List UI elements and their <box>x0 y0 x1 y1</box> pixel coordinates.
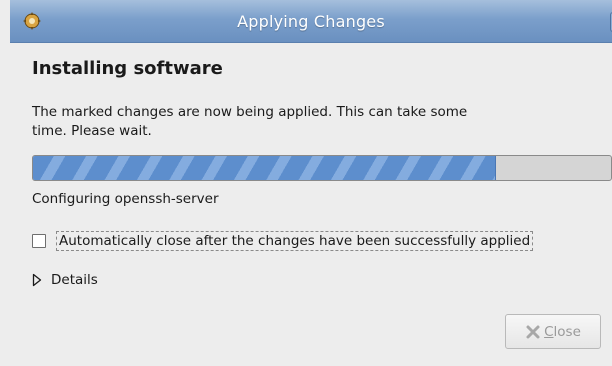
auto-close-label[interactable]: Automatically close after the changes ha… <box>56 231 534 251</box>
dialog-body: Installing software The marked changes a… <box>10 43 612 366</box>
close-x-icon <box>526 325 540 338</box>
applying-changes-dialog: Applying Changes Installing software The… <box>0 0 612 366</box>
progress-bar <box>32 155 612 181</box>
dialog-description: The marked changes are now being applied… <box>32 104 468 139</box>
title-bar[interactable]: Applying Changes <box>10 0 612 43</box>
auto-close-option[interactable]: Automatically close after the changes ha… <box>32 231 534 251</box>
details-label[interactable]: Details <box>51 272 98 288</box>
progress-status: Configuring openssh-server <box>32 191 219 207</box>
progress-bar-fill <box>33 156 497 180</box>
expander-arrow-icon[interactable] <box>32 273 42 287</box>
window-title: Applying Changes <box>237 12 385 31</box>
close-button[interactable]: Close <box>505 314 601 349</box>
auto-close-checkbox[interactable] <box>32 234 46 248</box>
details-expander[interactable]: Details <box>32 272 98 288</box>
dialog-heading: Installing software <box>32 58 223 79</box>
close-button-label: Close <box>544 323 581 340</box>
